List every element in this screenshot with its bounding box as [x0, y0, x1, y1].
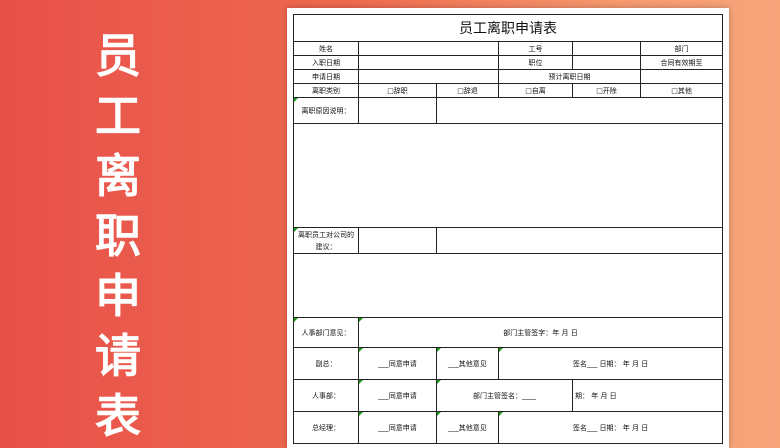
- reason-label: 离职原因说明：: [293, 97, 359, 124]
- gm-other[interactable]: ___其他意见: [436, 411, 499, 444]
- side-title-char: 离: [95, 149, 141, 203]
- side-title-char: 请: [95, 329, 141, 383]
- employee-id-label: 工号: [498, 41, 573, 56]
- hr-manager-sign[interactable]: 部门主管签名：____: [436, 379, 573, 412]
- dept-label: 部门: [639, 41, 724, 56]
- side-title-char: 职: [95, 209, 141, 263]
- employee-id-value-cell[interactable]: [572, 41, 641, 56]
- side-title-char: 员: [95, 29, 141, 83]
- vp-sign[interactable]: 签名___ 日期： 年 月 日: [497, 347, 724, 380]
- suggestion-sub-cell[interactable]: [358, 227, 437, 254]
- dept-manager-sign[interactable]: 部门主管签字：年 月 日: [357, 317, 724, 348]
- reason-text-area[interactable]: [292, 123, 724, 228]
- join-date-value-cell[interactable]: [358, 55, 499, 70]
- reason-value-cell[interactable]: [435, 97, 724, 124]
- form-title: 员工离职申请表: [292, 14, 724, 42]
- hr-date[interactable]: 期： 年 月 日: [571, 379, 724, 412]
- gm-label: 总经理：: [293, 411, 359, 444]
- side-title-char: 工: [95, 89, 141, 143]
- hr-agree[interactable]: ___同意申请: [358, 379, 437, 412]
- position-label: 职位: [498, 55, 573, 70]
- leave-type-label: 离职类别: [293, 83, 359, 98]
- reason-sub-cell[interactable]: [358, 97, 437, 124]
- expected-date-label: 预计离职日期: [498, 69, 641, 84]
- option-other[interactable]: □其他: [639, 83, 724, 98]
- position-value-cell[interactable]: [572, 55, 641, 70]
- side-title-char: 表: [95, 389, 141, 443]
- name-value-cell[interactable]: [358, 41, 499, 56]
- side-title-char: 申: [95, 269, 141, 323]
- option-fire[interactable]: □开除: [572, 83, 641, 98]
- hr-label: 人事部：: [293, 379, 359, 412]
- resignation-form-table: 员工离职申请表 姓名 工号 部门 入职日期 职位 合同有效期至 申请日期 预计离…: [292, 14, 724, 444]
- side-title: 员 工 离 职 申 请 表: [88, 26, 148, 446]
- vp-other[interactable]: ___其他意见: [436, 347, 499, 380]
- contract-label: 合同有效期至: [639, 55, 724, 70]
- gm-agree[interactable]: ___同意申请: [358, 411, 437, 444]
- suggestion-value-cell[interactable]: [435, 227, 724, 254]
- hr-dept-opinion-label: 人事部门意见：: [293, 317, 359, 348]
- join-date-label: 入职日期: [293, 55, 359, 70]
- option-self-leave[interactable]: □自离: [498, 83, 573, 98]
- apply-date-value-cell[interactable]: [358, 69, 499, 84]
- suggestion-label: 离职员工对公司的建议：: [293, 227, 359, 254]
- vp-label: 副总：: [293, 347, 359, 380]
- form-sheet: 员工离职申请表 姓名 工号 部门 入职日期 职位 合同有效期至 申请日期 预计离…: [287, 8, 729, 448]
- suggestion-text-area[interactable]: [292, 253, 724, 318]
- option-resign[interactable]: □辞职: [358, 83, 437, 98]
- expected-date-value-cell[interactable]: [639, 69, 724, 84]
- name-label: 姓名: [293, 41, 359, 56]
- gm-sign[interactable]: 签名___ 日期： 年 月 日: [497, 411, 724, 444]
- apply-date-label: 申请日期: [293, 69, 359, 84]
- vp-agree[interactable]: ___同意申请: [358, 347, 437, 380]
- option-dismiss[interactable]: □辞退: [436, 83, 499, 98]
